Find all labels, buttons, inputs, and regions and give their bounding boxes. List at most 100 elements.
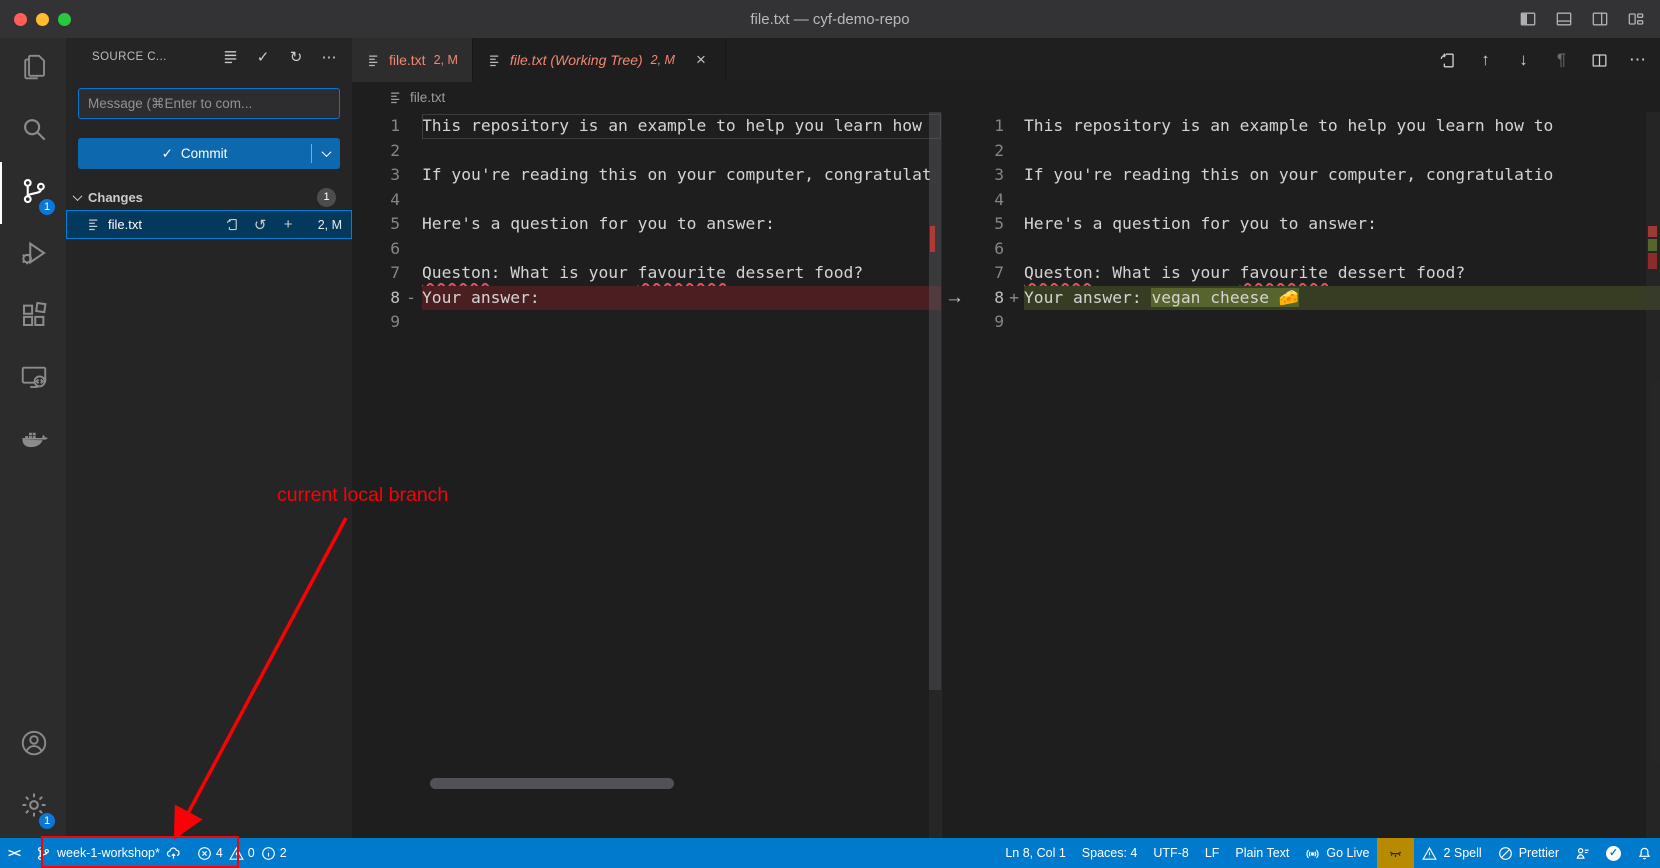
- tab-file-txt-working-tree[interactable]: file.txt (Working Tree) 2, M ×: [473, 38, 726, 82]
- render-whitespace-icon[interactable]: ¶: [1551, 50, 1572, 71]
- indentation[interactable]: Spaces: 4: [1074, 838, 1146, 868]
- customize-layout-icon[interactable]: [1626, 9, 1646, 29]
- breadcrumb[interactable]: file.txt: [352, 82, 1660, 112]
- activity-run-debug[interactable]: [0, 224, 66, 286]
- spell-enabled-indicator[interactable]: ✓: [1598, 838, 1629, 868]
- warning-icon: [229, 846, 244, 861]
- open-changes-icon[interactable]: [1437, 50, 1458, 71]
- git-branch-icon: [36, 846, 51, 861]
- activity-bar: 1 1: [0, 38, 66, 838]
- toggle-panel-icon[interactable]: [1554, 9, 1574, 29]
- activity-accounts[interactable]: [0, 714, 66, 776]
- diff-modified-pane[interactable]: → 1This repository is an example to help…: [942, 112, 1660, 838]
- activity-extensions[interactable]: [0, 286, 66, 348]
- activity-source-control[interactable]: 1: [0, 162, 66, 224]
- added-line: 8+Your answer: vegan cheese 🧀: [960, 286, 1660, 311]
- split-editor-icon[interactable]: [1589, 50, 1610, 71]
- breadcrumb-file: file.txt: [410, 90, 445, 105]
- activity-settings[interactable]: 1: [0, 776, 66, 838]
- tab-bar: file.txt 2, M file.txt (Working Tree) 2,…: [352, 38, 1660, 82]
- feedback-button[interactable]: [1567, 838, 1598, 868]
- file-decoration-badge: 2, M: [318, 218, 342, 232]
- previous-change-icon[interactable]: ↑: [1475, 50, 1496, 71]
- commit-message-input[interactable]: [88, 96, 330, 111]
- toggle-primary-sidebar-icon[interactable]: [1518, 9, 1538, 29]
- remote-indicator[interactable]: ><: [0, 838, 28, 868]
- account-icon: [19, 728, 49, 763]
- deleted-line: 8-Your answer:: [352, 286, 941, 311]
- info-icon: [261, 846, 276, 861]
- open-file-icon[interactable]: [224, 216, 241, 233]
- discard-changes-icon[interactable]: ↺: [252, 216, 269, 233]
- eol-sequence[interactable]: LF: [1197, 838, 1228, 868]
- text-file-icon: [366, 53, 381, 68]
- commit-button[interactable]: ✓ Commit: [78, 138, 340, 169]
- activity-docker[interactable]: [0, 410, 66, 472]
- commit-message-box: [78, 88, 340, 119]
- added-change-mark: [1648, 239, 1657, 251]
- tab-file-txt[interactable]: file.txt 2, M: [352, 38, 473, 82]
- activity-remote-explorer[interactable]: [0, 348, 66, 410]
- next-change-icon[interactable]: ↓: [1513, 50, 1534, 71]
- remote-explorer-icon: [19, 362, 49, 397]
- editor-group: file.txt 2, M file.txt (Working Tree) 2,…: [352, 38, 1660, 838]
- commit-check-icon[interactable]: ✓: [254, 48, 272, 66]
- info-count: 2: [280, 846, 287, 860]
- changes-section-header[interactable]: Changes 1: [66, 184, 352, 210]
- deleted-change-mark: [1648, 226, 1657, 237]
- docker-icon: [19, 424, 49, 459]
- editor-line: 2: [352, 139, 941, 164]
- language-mode[interactable]: Plain Text: [1227, 838, 1297, 868]
- diff-original-pane[interactable]: 1This repository is an example to help y…: [352, 112, 942, 838]
- editor-line: 4: [352, 188, 941, 213]
- changes-count-badge: 1: [317, 188, 336, 207]
- commit-dropdown-button[interactable]: [312, 138, 340, 169]
- cursor-position[interactable]: Ln 8, Col 1: [997, 838, 1073, 868]
- warning-count: 0: [248, 846, 255, 860]
- deleted-change-mark: [930, 226, 935, 252]
- horizontal-scrollbar[interactable]: [430, 778, 674, 789]
- close-tab-icon[interactable]: ×: [691, 50, 711, 70]
- publish-changes-icon: [166, 846, 181, 861]
- check-icon: ✓: [162, 146, 173, 162]
- editor-line: 7Queston: What is your favourite dessert…: [960, 261, 1660, 286]
- branch-name: week-1-workshop*: [57, 846, 160, 860]
- source-control-sidebar: SOURCE C... ✓ ↻ ⋯ ✓ Commit: [66, 38, 352, 838]
- activity-explorer[interactable]: [0, 38, 66, 100]
- misspelled-word: Queston: [1024, 263, 1093, 282]
- files-icon: [19, 52, 49, 87]
- prettier-status[interactable]: Prettier: [1490, 838, 1567, 868]
- source-control-badge: 1: [38, 198, 56, 216]
- spell-checker-status[interactable]: 2 Spell: [1414, 838, 1489, 868]
- diff-editor: 1This repository is an example to help y…: [352, 112, 1660, 838]
- misspelled-word: favourite: [1240, 263, 1328, 282]
- tab-problem-badge: 2, M: [434, 53, 458, 67]
- inserted-text: vegan cheese 🧀: [1151, 288, 1299, 307]
- misspelled-word: favourite: [638, 263, 726, 282]
- view-as-list-icon[interactable]: [221, 48, 239, 66]
- editor-line: 3If you're reading this on your computer…: [352, 163, 941, 188]
- editor-line: 1This repository is an example to help y…: [960, 114, 1660, 139]
- editor-line: 7Queston: What is your favourite dessert…: [352, 261, 941, 286]
- changed-file-row[interactable]: file.txt ↺ + 2, M: [66, 210, 352, 239]
- encoding[interactable]: UTF-8: [1145, 838, 1196, 868]
- more-actions-icon[interactable]: ⋯: [320, 48, 338, 66]
- notifications-button[interactable]: [1629, 838, 1660, 868]
- error-lens-toggle[interactable]: [1377, 838, 1414, 868]
- editor-line: 5Here's a question for you to answer:: [352, 212, 941, 237]
- stage-changes-icon[interactable]: +: [280, 216, 297, 233]
- error-count: 4: [216, 846, 223, 860]
- branch-indicator[interactable]: week-1-workshop*: [28, 838, 189, 868]
- text-file-icon: [487, 53, 502, 68]
- overview-ruler[interactable]: [1646, 112, 1660, 838]
- toggle-secondary-sidebar-icon[interactable]: [1590, 9, 1610, 29]
- more-actions-icon[interactable]: ⋯: [1627, 50, 1648, 71]
- problems-indicator[interactable]: 4 0 2: [189, 838, 295, 868]
- refresh-icon[interactable]: ↻: [287, 48, 305, 66]
- vertical-scrollbar[interactable]: [929, 112, 941, 838]
- eye-closed-icon: [1388, 846, 1403, 861]
- remote-icon: ><: [8, 846, 20, 860]
- chevron-down-icon: [73, 191, 83, 201]
- activity-search[interactable]: [0, 100, 66, 162]
- go-live-button[interactable]: Go Live: [1297, 838, 1377, 868]
